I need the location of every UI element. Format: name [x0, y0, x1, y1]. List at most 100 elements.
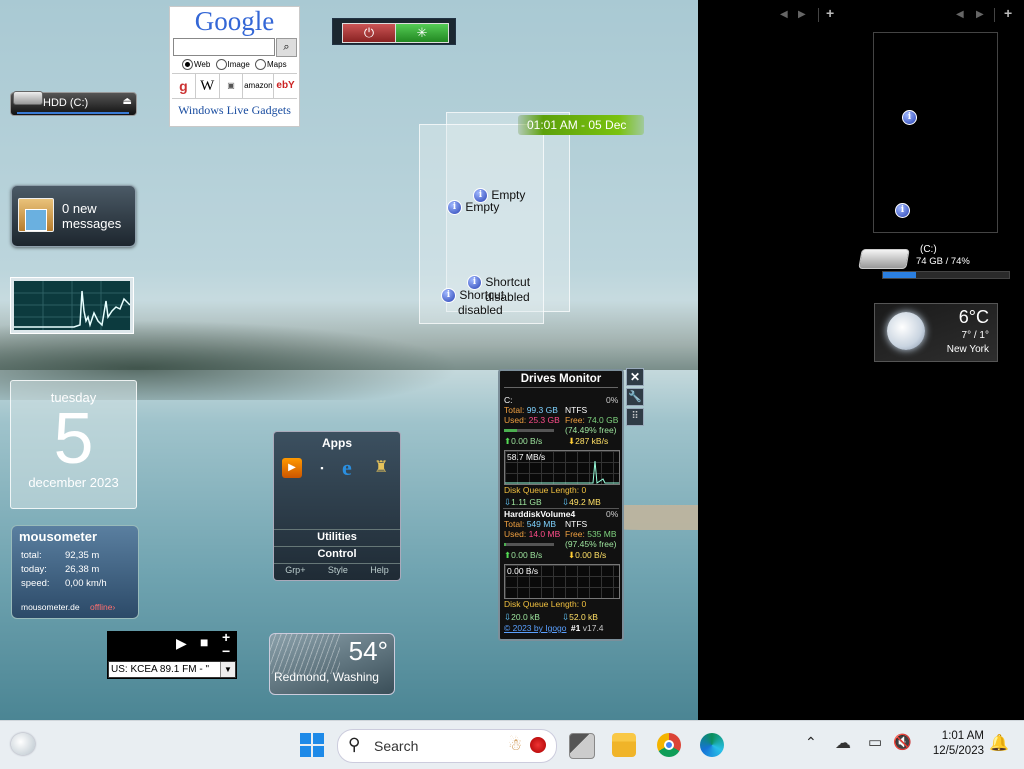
- option-web[interactable]: Web: [182, 59, 210, 70]
- drive-c-queue: Disk Queue Length: 0: [504, 485, 587, 495]
- drag-handle-icon[interactable]: ⠿: [626, 408, 644, 426]
- drive-c-pct: 0%: [606, 395, 619, 405]
- file-explorer-icon[interactable]: [612, 733, 636, 757]
- sidebar-prev-icon[interactable]: ◀: [780, 9, 788, 20]
- close-icon[interactable]: ✕: [626, 368, 644, 386]
- search-box[interactable]: ⚲ Search ☃: [337, 729, 557, 763]
- drive-info: 74 GB / 74%: [916, 256, 970, 267]
- cloud-offline-icon[interactable]: ☁: [835, 733, 851, 753]
- clock-gadget: 01:01 AM - 05 Dec: [518, 115, 644, 135]
- sidebar-next-icon[interactable]: ▶: [798, 9, 806, 20]
- add-gadget-icon-2[interactable]: +: [1004, 5, 1012, 21]
- search-options: Web Image Maps: [182, 59, 299, 70]
- sidebar-empty-panel: i i: [873, 32, 998, 233]
- mail-gadget[interactable]: 0 new messages: [11, 185, 136, 247]
- hdd-gadget: HDD (C:) ⏏: [10, 91, 137, 116]
- calendar-day: 5: [53, 399, 94, 479]
- drive-h-graph: 0.00 B/s: [504, 564, 620, 599]
- mousometer-row: speed: 0,00 km/h: [21, 578, 107, 589]
- chevron-up-icon[interactable]: ⌃: [805, 734, 817, 751]
- hdd-icon: [13, 91, 43, 105]
- search-highlight-icon: ☃: [508, 737, 523, 754]
- sidebar-weather-temp: 6°C: [958, 307, 989, 327]
- wrench-icon[interactable]: 🔧: [626, 388, 644, 406]
- calendar-month-year: december 2023: [28, 475, 119, 490]
- sidebar: ◀ ▶ + ◀ ▶ + i i (C:) 74 GB / 74% 6°C 7° …: [698, 0, 1024, 720]
- chrome-icon[interactable]: [657, 733, 681, 757]
- drives-monitor-gadget: Drives Monitor C: 0% Total: 99.3 GB NTFS…: [498, 369, 624, 641]
- drive-c-name: C:: [504, 395, 513, 405]
- record-icon: [530, 737, 546, 753]
- option-image[interactable]: Image: [215, 59, 250, 70]
- search-icon: ⚲: [348, 735, 361, 754]
- sidebar-weather-range: 7° / 1°: [961, 330, 989, 341]
- clock-date[interactable]: 12/5/2023: [918, 744, 984, 759]
- taskbar: ⚲ Search ☃ ⌃ ☁ ▭ 🔇 1:01 AM 12/5/2023 🔔: [0, 720, 1024, 769]
- sidebar-next-icon-2[interactable]: ▶: [976, 9, 984, 20]
- mail-count: 0 new: [62, 201, 97, 216]
- weather-widget-icon[interactable]: [11, 733, 35, 755]
- play-icon[interactable]: ▶: [176, 635, 187, 652]
- stop-icon[interactable]: ■: [200, 634, 208, 650]
- notification-bell-icon[interactable]: 🔔: [989, 733, 1009, 753]
- google-footer-link[interactable]: Windows Live Gadgets: [170, 103, 299, 118]
- ebay-shortcut-icon[interactable]: ebY: [274, 74, 297, 98]
- internet-explorer-icon[interactable]: e: [342, 457, 364, 480]
- weather-city: Redmond, Washing: [274, 670, 379, 684]
- app-icon[interactable]: ▪: [312, 458, 332, 478]
- mousometer-site-link[interactable]: mousometer.de: [21, 602, 80, 612]
- task-view-icon[interactable]: [569, 733, 595, 759]
- wikipedia-shortcut-icon[interactable]: W: [196, 74, 220, 98]
- info-icon: i: [447, 200, 462, 216]
- drive-h-usage-bar: [504, 543, 554, 546]
- gadget-toolbar: ✕ 🔧 ⠿: [626, 368, 644, 428]
- clock-time[interactable]: 1:01 AM: [918, 729, 984, 744]
- sidebar-prev-icon-2[interactable]: ◀: [956, 9, 964, 20]
- volume-muted-icon[interactable]: 🔇: [893, 733, 912, 751]
- drive-usage-bar: [882, 271, 1010, 279]
- eject-icon[interactable]: ⏏: [123, 96, 132, 107]
- apps-title: Apps: [322, 436, 352, 450]
- drives-monitor-copyright-link[interactable]: © 2023 by Igogo: [504, 623, 567, 633]
- network-icon[interactable]: ▭: [868, 733, 882, 751]
- start-button[interactable]: [300, 733, 324, 757]
- weather-gadget-redmond[interactable]: 54° Redmond, Washing: [269, 633, 395, 695]
- help-button[interactable]: Help: [370, 565, 389, 575]
- option-maps[interactable]: Maps: [255, 59, 287, 70]
- google-shortcut-icon[interactable]: g: [172, 74, 196, 98]
- trophy-icon[interactable]: ♜: [374, 458, 394, 478]
- control-section[interactable]: Control: [274, 546, 400, 560]
- drive-c-fs: NTFS: [565, 405, 588, 415]
- edge-icon[interactable]: [700, 733, 724, 757]
- search-button[interactable]: ⌕: [276, 38, 297, 57]
- youtube-shortcut-icon[interactable]: ▣: [220, 74, 244, 98]
- add-gadget-icon[interactable]: +: [826, 5, 834, 21]
- station-select[interactable]: US: KCEA 89.1 FM - " ▼: [108, 661, 236, 678]
- mail-icon: [18, 198, 54, 232]
- amazon-shortcut-icon[interactable]: amazon: [243, 74, 275, 98]
- google-search-input[interactable]: [173, 38, 275, 56]
- mousometer-gadget: mousometer total: 92,35 m today: 26,38 m s…: [11, 525, 139, 619]
- media-player-icon[interactable]: ▶: [282, 458, 302, 478]
- chevron-down-icon: ▼: [220, 662, 235, 677]
- sidebar-weather-gadget[interactable]: 6°C 7° / 1° New York: [874, 303, 998, 362]
- apps-gadget: Apps ▶ ▪ e ♜ Utilities Control Grp+ Styl…: [273, 431, 401, 581]
- calendar-gadget: tuesday 5 december 2023: [10, 380, 137, 509]
- drives-monitor-title: Drives Monitor: [504, 373, 618, 388]
- volume-down-icon[interactable]: −: [222, 643, 230, 659]
- grp-button[interactable]: Grp+: [285, 565, 305, 575]
- utilities-section[interactable]: Utilities: [274, 529, 400, 543]
- note-empty-front: i Empty: [447, 200, 499, 216]
- mousometer-row: total: 92,35 m: [21, 550, 100, 561]
- sleep-button[interactable]: ✳: [395, 23, 449, 43]
- sidebar-drive-gadget: (C:) 74 GB / 74%: [858, 243, 1010, 279]
- note-shortcut-front: i Shortcut disabled: [441, 288, 504, 317]
- rain-icon: [270, 634, 340, 674]
- drive-c-graph: 58.7 MB/s: [504, 450, 620, 485]
- style-button[interactable]: Style: [328, 565, 348, 575]
- moon-icon: [887, 312, 925, 350]
- google-gadget: Google ⌕ Web Image Maps g W ▣ amazon ebY…: [169, 6, 300, 127]
- drive-label: (C:): [920, 244, 937, 255]
- info-icon: i: [902, 110, 917, 125]
- power-button[interactable]: ⏻: [342, 23, 396, 43]
